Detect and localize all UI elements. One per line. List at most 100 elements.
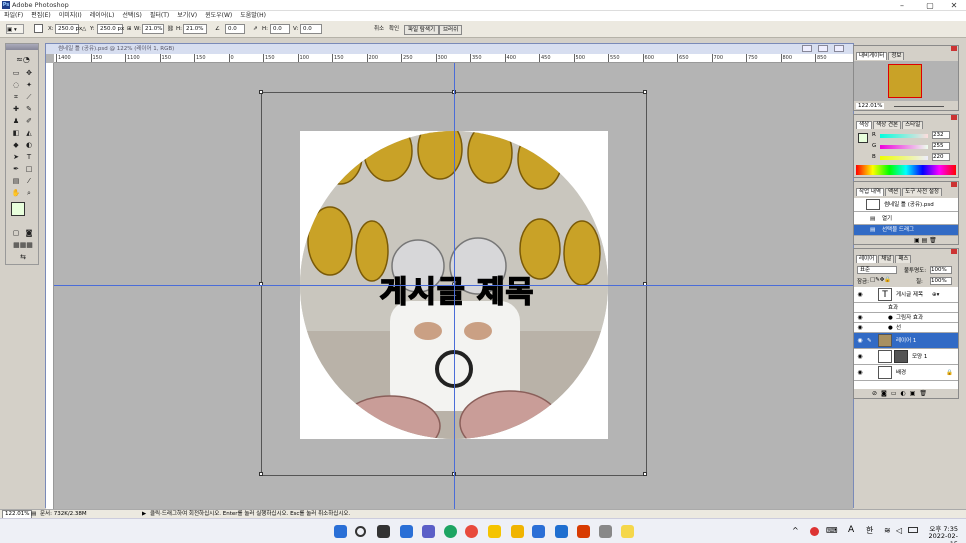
brushes-tab[interactable]: 브러쉬 — [439, 25, 463, 35]
move-tool-icon[interactable]: ✥ — [23, 68, 35, 79]
ime-mode[interactable]: 한 — [866, 525, 873, 536]
photoshop-taskbar-icon[interactable] — [621, 525, 634, 538]
maximize-button[interactable]: ▢ — [918, 0, 942, 11]
layer-buttons[interactable]: ⊘◙▭◐▣🗑 — [872, 390, 931, 397]
mail-icon[interactable] — [532, 525, 545, 538]
ps-feather-icon[interactable]: ≈◔ — [10, 54, 36, 65]
lasso-tool-icon[interactable]: ◌ — [10, 80, 22, 91]
pen-tool-icon[interactable]: ✒ — [10, 164, 22, 175]
r-slider[interactable] — [880, 134, 928, 138]
menu-edit[interactable]: 편집(E) — [27, 11, 55, 21]
tab-layers[interactable]: 레이어 — [856, 255, 878, 263]
chat-icon[interactable] — [422, 525, 435, 538]
layer-effect-stroke[interactable]: ◉ ● 선 — [854, 323, 958, 333]
layer-shape[interactable]: ◉ 모양 1 — [854, 349, 958, 365]
color-fg-swatch[interactable] — [858, 133, 868, 143]
history-item-drag[interactable]: ▤ 선택물 드래그 — [854, 225, 958, 236]
doc-close-button[interactable] — [834, 45, 844, 52]
edge-icon[interactable] — [444, 525, 457, 538]
menu-filter[interactable]: 필터(T) — [146, 11, 173, 21]
history-brush-icon[interactable]: ✐ — [23, 116, 35, 127]
app-icon[interactable] — [599, 525, 612, 538]
stamp-tool-icon[interactable]: ♟ — [10, 116, 22, 127]
x-field[interactable]: 250.0 px — [55, 24, 82, 34]
eye-icon[interactable]: ◉ — [855, 287, 865, 300]
vskew-field[interactable]: 0.0 — [300, 24, 322, 34]
file-explorer-icon[interactable] — [511, 525, 524, 538]
start-icon[interactable] — [334, 525, 347, 538]
menu-select[interactable]: 선택(S) — [118, 11, 146, 21]
office-icon[interactable] — [577, 525, 590, 538]
keyboard-icon[interactable]: ⌨ — [826, 526, 838, 535]
healing-brush-icon[interactable]: ✚ — [10, 104, 22, 115]
volume-icon[interactable]: ◁ — [896, 526, 902, 535]
eye-icon[interactable]: ◉ — [855, 323, 865, 333]
hskew-field[interactable]: 0.0 — [270, 24, 290, 34]
dodge-tool-icon[interactable]: ◐ — [23, 140, 35, 151]
transform-handle-tl[interactable] — [259, 90, 263, 94]
tab-history[interactable]: 작업 내역 — [856, 188, 884, 196]
tool-preset-picker[interactable]: ▣ ▾ — [6, 24, 24, 34]
menu-image[interactable]: 이미지(I) — [55, 11, 86, 21]
minimize-button[interactable]: – — [890, 0, 914, 11]
horizontal-guide[interactable] — [54, 285, 853, 286]
panel-close-icon[interactable] — [951, 46, 957, 51]
brush-tool-icon[interactable]: ✎ — [23, 104, 35, 115]
tab-info[interactable]: 정보 — [888, 52, 905, 60]
search-icon[interactable] — [355, 526, 366, 537]
bucket-tool-icon[interactable]: ◭ — [23, 128, 35, 139]
menu-window[interactable]: 윈도우(W) — [201, 11, 236, 21]
layer-background[interactable]: ◉ 배경 🔒 — [854, 365, 958, 381]
close-button[interactable]: ✕ — [942, 0, 966, 11]
canvas-area[interactable]: 게시글 제목 — [54, 63, 853, 509]
navigator-preview[interactable] — [854, 61, 958, 101]
notes-tool-icon[interactable]: ▤ — [10, 176, 22, 187]
angle-field[interactable]: 0.0 — [225, 24, 245, 34]
tab-navigator[interactable]: 내비게이터 — [856, 52, 888, 60]
screen-mode-icon[interactable]: ▦▦▦ — [10, 240, 36, 251]
eye-icon[interactable]: ◉ — [855, 349, 865, 362]
b-slider[interactable] — [880, 156, 928, 160]
standard-mode-icon[interactable]: ▢ — [10, 228, 22, 239]
tab-paths[interactable]: 패스 — [895, 255, 912, 263]
w-field[interactable]: 21.0% — [142, 24, 164, 34]
g-slider[interactable] — [880, 145, 928, 149]
blur-tool-icon[interactable]: ◆ — [10, 140, 22, 151]
panel-close-icon[interactable] — [951, 182, 957, 187]
transform-handle-bl[interactable] — [259, 472, 263, 476]
quickmask-mode-icon[interactable]: ◙ — [23, 228, 35, 239]
b-field[interactable]: 220 — [932, 153, 950, 161]
jump-to-imageready-icon[interactable]: ⇆ — [10, 252, 36, 263]
cancel-transform-button[interactable]: 취소 — [374, 24, 384, 34]
type-tool-icon[interactable]: T — [23, 152, 35, 163]
y-field[interactable]: 250.0 px — [97, 24, 124, 34]
menu-file[interactable]: 파일(F) — [0, 11, 27, 21]
tab-channels[interactable]: 채널 — [878, 255, 895, 263]
transform-handle-br[interactable] — [643, 472, 647, 476]
history-item-open[interactable]: ▤ 열기 — [854, 214, 958, 225]
tab-color[interactable]: 색상 — [856, 121, 873, 129]
slice-tool-icon[interactable]: ⟋ — [23, 92, 35, 103]
layer-text[interactable]: ◉ T 게시글 제목 ⊕▾ — [854, 287, 958, 303]
layer-effects[interactable]: 효과 — [854, 303, 958, 313]
foreground-color-swatch[interactable] — [11, 202, 25, 216]
left-ruler[interactable] — [46, 63, 54, 509]
menu-view[interactable]: 보기(V) — [173, 11, 201, 21]
clock-date[interactable]: 2022-02-15 — [924, 532, 958, 543]
top-ruler[interactable]: 1400 150 1100 150 150 0 150 100 150 200 250 300 350 4… — [54, 54, 853, 63]
tray-app-icon[interactable] — [810, 527, 819, 536]
r-field[interactable]: 232 — [932, 131, 950, 139]
navigator-zoom[interactable]: 122.01% — [856, 103, 885, 109]
battery-icon[interactable] — [908, 527, 918, 533]
wifi-icon[interactable]: ≋ — [884, 526, 891, 535]
crop-tool-icon[interactable]: ⌗ — [10, 92, 22, 103]
layer-image-selected[interactable]: ◉ ✎ 레이어 1 — [854, 333, 958, 349]
g-field[interactable]: 255 — [932, 142, 950, 150]
lock-icons[interactable]: □✎✥🔒 — [870, 277, 891, 283]
history-snapshot[interactable]: 썸네일 틀 (공유).psd — [854, 198, 958, 212]
file-browser-tab[interactable]: 파일 탐색기 — [404, 25, 440, 35]
eraser-tool-icon[interactable]: ◧ — [10, 128, 22, 139]
widgets-icon[interactable] — [400, 525, 413, 538]
menu-layer[interactable]: 레이어(L) — [86, 11, 119, 21]
history-buttons[interactable]: ▣ ▤ 🗑 — [914, 237, 937, 244]
